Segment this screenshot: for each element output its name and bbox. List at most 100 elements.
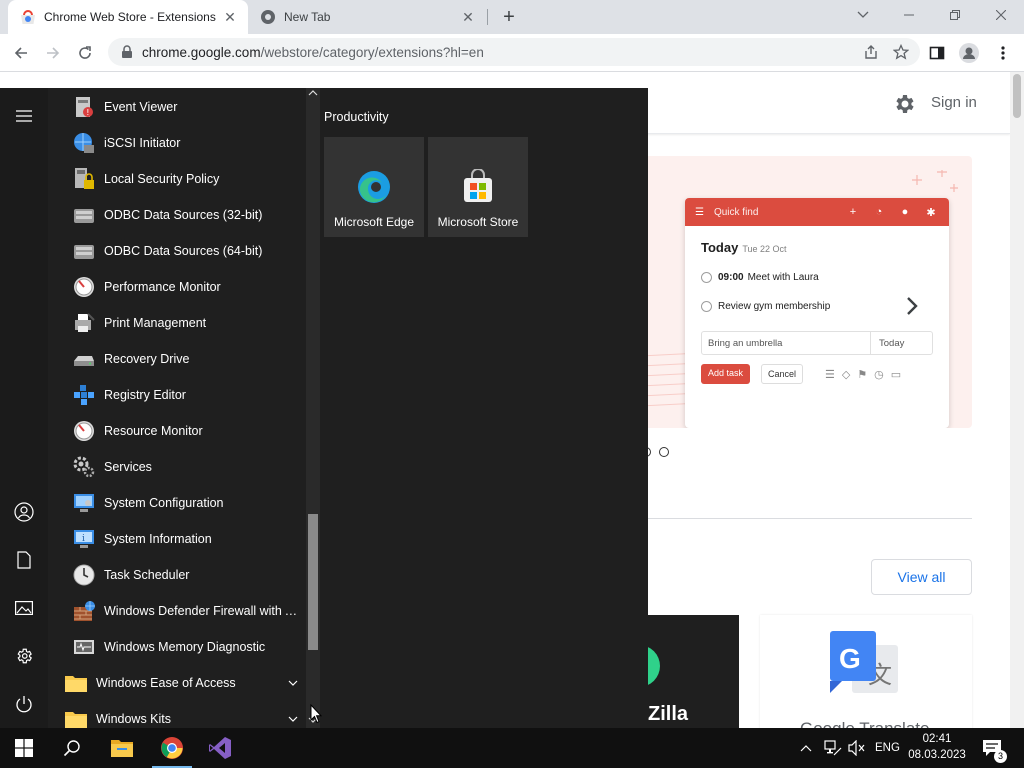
extension-card-label: Zilla [648, 703, 689, 725]
app-recovery-drive[interactable]: Recovery Drive [48, 341, 306, 377]
app-system-configuration[interactable]: System Configuration [48, 485, 306, 521]
tile-microsoft-edge[interactable]: Microsoft Edge [324, 137, 424, 237]
clock[interactable]: 02:41 08.03.2023 [906, 731, 968, 763]
task-input: Bring an umbrella Today [701, 331, 933, 355]
app-local-security-policy[interactable]: Local Security Policy [48, 161, 306, 197]
page-scrollbar[interactable] [1010, 72, 1024, 728]
tab-separator [487, 9, 488, 25]
app-task-scheduler[interactable]: Task Scheduler [48, 557, 306, 593]
picture-icon [15, 601, 33, 615]
app-services[interactable]: Services [48, 449, 306, 485]
app-label: Print Management [104, 316, 207, 330]
carousel-dot[interactable] [659, 447, 669, 457]
app-odbc-64[interactable]: ODBC Data Sources (64-bit) [48, 233, 306, 269]
close-tab-icon[interactable]: ✕ [222, 9, 238, 25]
bell-icon: ● [901, 206, 909, 218]
settings-gear-icon[interactable] [892, 92, 916, 116]
power-button[interactable] [12, 692, 36, 716]
view-all-button[interactable]: View all [871, 559, 972, 595]
tab-chrome-web-store[interactable]: Chrome Web Store - Extensions ✕ [8, 0, 248, 34]
cancel-button: Cancel [761, 364, 804, 384]
edge-icon [358, 171, 390, 203]
extension-card[interactable]: Zilla [640, 615, 739, 728]
carousel-next-icon[interactable] [900, 294, 924, 318]
app-list-scrollbar[interactable] [306, 88, 320, 728]
documents-button[interactable] [12, 548, 36, 572]
volume-status[interactable] [848, 728, 866, 768]
app-odbc-32[interactable]: ODBC Data Sources (32-bit) [48, 197, 306, 233]
tab-search-button[interactable] [840, 0, 886, 30]
memory-diagnostic-icon [74, 640, 94, 654]
notification-count-badge: 3 [994, 750, 1007, 763]
reload-button[interactable] [72, 40, 98, 66]
svg-text:i: i [82, 534, 85, 544]
app-event-viewer[interactable]: ! Event Viewer [48, 89, 306, 125]
local-security-policy-icon [75, 168, 94, 189]
app-registry-editor[interactable]: Registry Editor [48, 377, 306, 413]
back-button[interactable] [8, 40, 34, 66]
expand-menu-button[interactable] [12, 104, 36, 128]
scrollbar-thumb[interactable] [308, 514, 318, 650]
network-icon [824, 740, 842, 756]
tab-new-tab[interactable]: New Tab ✕ [250, 0, 486, 34]
lock-icon[interactable] [120, 45, 134, 59]
pictures-button[interactable] [12, 596, 36, 620]
extension-card-google-translate[interactable]: 文 G Google Translate [760, 615, 972, 728]
app-iscsi-initiator[interactable]: iSCSI Initiator [48, 125, 306, 161]
visual-studio-button[interactable] [196, 728, 244, 768]
side-panel-button[interactable] [924, 40, 950, 66]
network-status[interactable] [824, 728, 842, 768]
app-label: Task Scheduler [104, 568, 190, 582]
start-menu: ! Event Viewer iSCSI Initiator Local Sec… [0, 88, 648, 728]
volume-muted-icon [848, 740, 865, 756]
new-tab-button[interactable]: + [499, 7, 519, 28]
minimize-button[interactable] [886, 0, 932, 30]
app-windows-memory-diagnostic[interactable]: Windows Memory Diagnostic [48, 629, 306, 665]
app-label: iSCSI Initiator [104, 136, 181, 150]
chrome-taskbar-button[interactable] [148, 728, 196, 768]
app-system-information[interactable]: i System Information [48, 521, 306, 557]
plus-icon: + [849, 206, 857, 218]
address-bar[interactable]: chrome.google.com/webstore/category/exte… [108, 38, 920, 66]
chrome-web-store-icon [21, 10, 35, 24]
star-icon [893, 44, 909, 60]
tile-microsoft-store[interactable]: Microsoft Store [428, 137, 528, 237]
folder-label: Windows Kits [96, 712, 172, 726]
search-button[interactable] [48, 728, 96, 768]
scrollbar-thumb[interactable] [1013, 74, 1021, 118]
sign-in-link[interactable]: Sign in [931, 94, 977, 111]
bookmark-button[interactable] [890, 41, 912, 63]
share-button[interactable] [860, 41, 882, 63]
app-performance-monitor[interactable]: Performance Monitor [48, 269, 306, 305]
featured-banner[interactable]: ☰ Quick find + ◔ ● ✱ Today Tue 22 Oct 09:… [640, 156, 972, 428]
app-print-management[interactable]: Print Management [48, 305, 306, 341]
profile-button[interactable] [956, 40, 982, 66]
folder-windows-kits[interactable]: Windows Kits [48, 701, 306, 728]
folder-windows-ease-of-access[interactable]: Windows Ease of Access [48, 665, 306, 701]
file-explorer-button[interactable] [98, 728, 146, 768]
recovery-drive-icon [74, 356, 94, 366]
power-icon [16, 696, 32, 713]
app-label: ODBC Data Sources (64-bit) [104, 244, 263, 258]
settings-button[interactable] [12, 644, 36, 668]
url-path: /webstore/category/extensions?hl=en [260, 44, 484, 60]
account-button[interactable] [12, 500, 36, 524]
search-icon [63, 740, 80, 757]
task-scheduler-icon [73, 564, 95, 586]
app-windows-defender-firewall[interactable]: Windows Defender Firewall with Ad... [48, 593, 306, 629]
url-host: chrome.google.com [142, 44, 261, 60]
tray-overflow-button[interactable] [800, 728, 812, 768]
today-label: Today [701, 240, 739, 255]
restore-button[interactable] [932, 0, 978, 30]
language-indicator[interactable]: ENG [875, 728, 900, 768]
close-window-button[interactable] [978, 0, 1024, 30]
forward-button[interactable] [40, 40, 66, 66]
google-translate-icon: 文 G [830, 631, 898, 693]
app-label: Event Viewer [104, 100, 178, 114]
scroll-up-icon[interactable] [308, 88, 318, 98]
app-resource-monitor[interactable]: Resource Monitor [48, 413, 306, 449]
chrome-menu-button[interactable] [990, 40, 1016, 66]
tile-group-title[interactable]: Productivity [324, 110, 389, 124]
close-tab-icon[interactable]: ✕ [460, 9, 476, 25]
start-button[interactable] [0, 728, 48, 768]
